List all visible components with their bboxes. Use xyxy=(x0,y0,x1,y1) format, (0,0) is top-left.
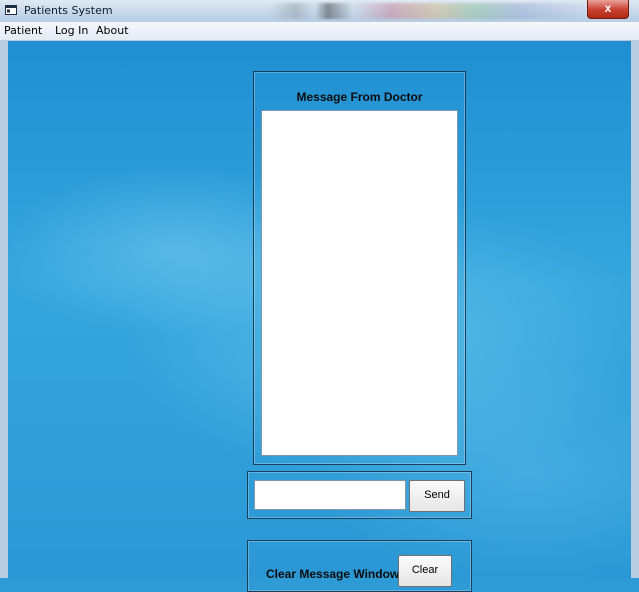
close-button[interactable]: x xyxy=(587,0,629,19)
send-panel: Send xyxy=(247,471,472,519)
send-button[interactable]: Send xyxy=(409,480,465,512)
menu-bar: Patient Log In About xyxy=(0,22,639,41)
menu-item-patient[interactable]: Patient xyxy=(4,24,42,37)
clear-button[interactable]: Clear xyxy=(398,555,452,587)
clear-panel: Clear Message Window : Clear xyxy=(247,540,472,592)
message-panel-title: Message From Doctor xyxy=(296,90,423,104)
window-frame-right xyxy=(631,40,639,578)
window-frame-left xyxy=(0,40,8,578)
clear-message-label: Clear Message Window : xyxy=(266,567,407,581)
menu-item-log-in[interactable]: Log In xyxy=(55,24,88,37)
message-input[interactable] xyxy=(254,480,406,510)
message-panel: Message From Doctor xyxy=(253,71,466,465)
window-app-icon xyxy=(5,5,17,15)
title-bar: Patients System x xyxy=(0,0,639,23)
blurred-background-strip xyxy=(270,3,590,19)
menu-item-about[interactable]: About xyxy=(96,24,129,37)
message-display-area[interactable] xyxy=(261,110,458,456)
close-icon: x xyxy=(604,1,612,15)
window-title: Patients System xyxy=(24,4,113,17)
